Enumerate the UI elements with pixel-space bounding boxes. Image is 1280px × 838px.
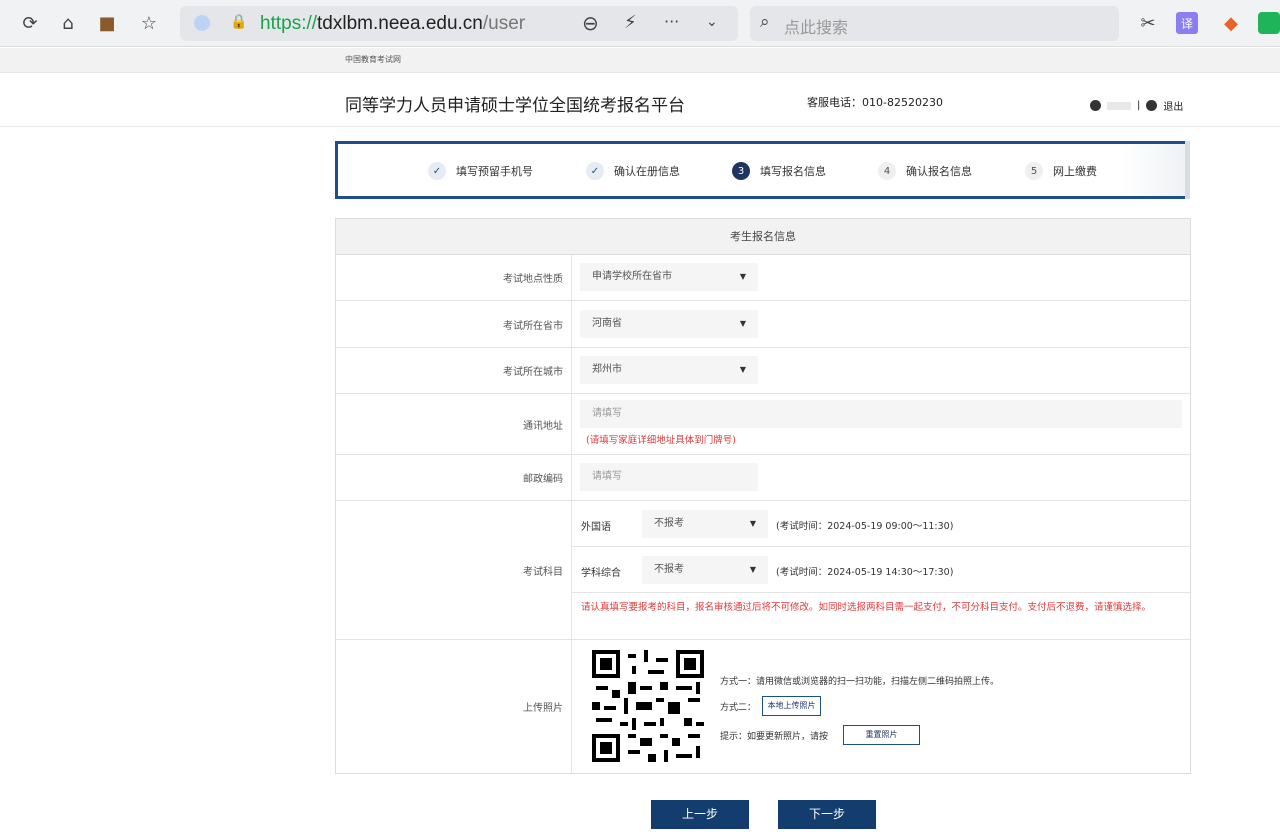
registration-form: 考生报名信息 考试地点性质 申请学校所在省市 ▼ 考试所在省市 河南省 ▼ 考试所在… xyxy=(335,218,1191,774)
address-bar[interactable]: 🔒 https://tdxlbm.neea.edu.cn/user ⊖ ⚡ ··… xyxy=(180,6,738,41)
subject-name: 学科综合 xyxy=(581,568,621,579)
subject-time: (考试时间：2024-05-19 14:30～17:30) xyxy=(776,567,954,578)
subjects-notice: 请认真填写要报考的科目，报名审核通过后将不可修改。如同时选报两科目需一起支付，不… xyxy=(581,602,1152,613)
page-title: 同等学力人员申请硕士学位全国统考报名平台 xyxy=(345,96,685,116)
step-label: 确认报名信息 xyxy=(906,165,972,178)
flash-icon[interactable]: ⚡ xyxy=(624,12,637,33)
logout-link[interactable]: 退出 xyxy=(1163,98,1183,113)
caret-down-icon: ▼ xyxy=(749,519,756,528)
photo-label: 上传照片 xyxy=(336,640,572,773)
photo-way2: 方式二： xyxy=(720,703,757,713)
subjects-label: 考试科目 xyxy=(336,501,572,639)
caret-down-icon: ▼ xyxy=(749,565,756,574)
caret-down-icon: ▼ xyxy=(739,272,746,281)
step-4: 4 确认报名信息 xyxy=(878,162,972,180)
city-select[interactable]: 郑州市 ▼ xyxy=(580,356,758,384)
photo-way1: 方式一：请用微信或浏览器的扫一扫功能，扫描左侧二维码拍照上传。 xyxy=(720,677,1000,687)
step-label: 填写报名信息 xyxy=(760,165,826,178)
subject-row: 外国语 不报考 ▼ (考试时间：2024-05-19 09:00～11:30) xyxy=(572,501,1190,547)
row-subjects: 考试科目 外国语 不报考 ▼ (考试时间：2024-05-19 09:00～11:… xyxy=(336,501,1190,640)
qr-code xyxy=(592,650,704,762)
caret-down-icon: ▼ xyxy=(739,365,746,374)
row-province: 考试所在省市 河南省 ▼ xyxy=(336,301,1190,348)
site-header: 同等学力人员申请硕士学位全国统考报名平台 客服电话：010-82520230 |… xyxy=(0,74,1280,127)
site-type-select[interactable]: 申请学校所在省市 ▼ xyxy=(580,263,758,291)
translate-icon[interactable]: 译 xyxy=(1176,12,1198,34)
province-label: 考试所在省市 xyxy=(336,301,572,347)
url-text: https://tdxlbm.neea.edu.cn/user xyxy=(260,13,526,34)
row-photo: 上传照片 方式一：请用微信或浏览器的扫一扫功能，扫描左侧二维码拍照上传。 方式二… xyxy=(336,640,1190,773)
favorites-icon[interactable]: ☆ xyxy=(136,10,162,36)
step-label: 确认在册信息 xyxy=(614,165,680,178)
power-icon[interactable] xyxy=(1146,100,1158,111)
site-icon xyxy=(194,15,210,31)
search-icon: ⌕ xyxy=(760,12,770,32)
progress-steps: ✓ 填写预留手机号 ✓ 确认在册信息 3 填写报名信息 4 确认报名信息 5 网上缴费 xyxy=(335,141,1190,199)
step-label: 填写预留手机号 xyxy=(456,165,533,178)
subject-value: 不报考 xyxy=(654,564,684,575)
step-3: 3 填写报名信息 xyxy=(732,162,826,180)
step-5: 5 网上缴费 xyxy=(1025,162,1097,180)
user-icon xyxy=(1090,100,1101,111)
step-1: ✓ 填写预留手机号 xyxy=(428,162,533,180)
subject-row: 学科综合 不报考 ▼ (考试时间：2024-05-19 14:30～17:30) xyxy=(572,547,1190,593)
subject-time: (考试时间：2024-05-19 09:00～11:30) xyxy=(776,521,954,532)
subject-name: 外国语 xyxy=(581,522,611,533)
subject-value: 不报考 xyxy=(654,518,684,529)
province-value: 河南省 xyxy=(592,318,622,329)
search-input[interactable]: ⌕ 点此搜索 xyxy=(750,6,1119,41)
reset-photo-button[interactable]: 重置照片 xyxy=(843,725,920,745)
home-icon[interactable]: ⌂ xyxy=(55,10,81,36)
more-icon[interactable]: ··· xyxy=(664,12,679,31)
photo-tip: 提示：如要更新照片，请按 xyxy=(720,732,829,742)
address-label: 通讯地址 xyxy=(336,394,572,454)
prev-button[interactable]: 上一步 xyxy=(651,800,749,829)
briefcase-icon[interactable]: ■ xyxy=(94,10,120,36)
service-phone: 客服电话：010-82520230 xyxy=(807,96,943,109)
step-check-icon: ✓ xyxy=(586,162,604,180)
step-number: 4 xyxy=(878,162,896,180)
reload-icon[interactable]: ⟳ xyxy=(17,10,43,36)
step-check-icon: ✓ xyxy=(428,162,446,180)
site-top-label[interactable]: 中国教育考试网 xyxy=(345,54,401,65)
user-area: | 退出 xyxy=(1090,98,1183,113)
lock-icon: 🔒 xyxy=(230,14,248,30)
address-hint: (请填写家庭详细地址具体到门牌号) xyxy=(586,435,736,446)
extension-icon[interactable] xyxy=(1258,12,1280,34)
city-label: 考试所在城市 xyxy=(336,348,572,393)
postcode-label: 邮政编码 xyxy=(336,455,572,500)
city-value: 郑州市 xyxy=(592,364,622,375)
subject-select[interactable]: 不报考 ▼ xyxy=(642,556,768,584)
province-select[interactable]: 河南省 ▼ xyxy=(580,310,758,338)
address-input[interactable]: 请填写 xyxy=(580,400,1182,428)
site-top-bar: 中国教育考试网 xyxy=(0,48,1280,73)
step-number: 3 xyxy=(732,162,750,180)
separator: | xyxy=(1137,100,1141,111)
row-city: 考试所在城市 郑州市 ▼ xyxy=(336,348,1190,394)
form-heading: 考生报名信息 xyxy=(336,219,1190,255)
step-number: 5 xyxy=(1025,162,1043,180)
row-site-type: 考试地点性质 申请学校所在省市 ▼ xyxy=(336,255,1190,301)
username-blurred xyxy=(1107,101,1131,110)
row-address: 通讯地址 请填写 (请填写家庭详细地址具体到门牌号) xyxy=(336,394,1190,455)
browser-toolbar: ⟳ ⌂ ■ ☆ 🔒 https://tdxlbm.neea.edu.cn/use… xyxy=(0,0,1280,47)
zoom-icon[interactable]: ⊖ xyxy=(582,11,599,35)
caret-down-icon: ▼ xyxy=(739,319,746,328)
site-type-label: 考试地点性质 xyxy=(336,255,572,300)
step-2: ✓ 确认在册信息 xyxy=(586,162,680,180)
game-icon[interactable]: ◆ xyxy=(1218,10,1244,36)
subject-select[interactable]: 不报考 ▼ xyxy=(642,510,768,538)
step-label: 网上缴费 xyxy=(1053,165,1097,178)
next-button[interactable]: 下一步 xyxy=(778,800,876,829)
scissors-icon[interactable]: ✂ xyxy=(1135,10,1161,36)
chevron-down-icon[interactable]: ⌄ xyxy=(706,14,718,30)
local-upload-button[interactable]: 本地上传照片 xyxy=(762,696,821,716)
postcode-input[interactable]: 请填写 xyxy=(580,463,758,491)
row-postcode: 邮政编码 请填写 xyxy=(336,455,1190,501)
site-type-value: 申请学校所在省市 xyxy=(592,271,672,282)
